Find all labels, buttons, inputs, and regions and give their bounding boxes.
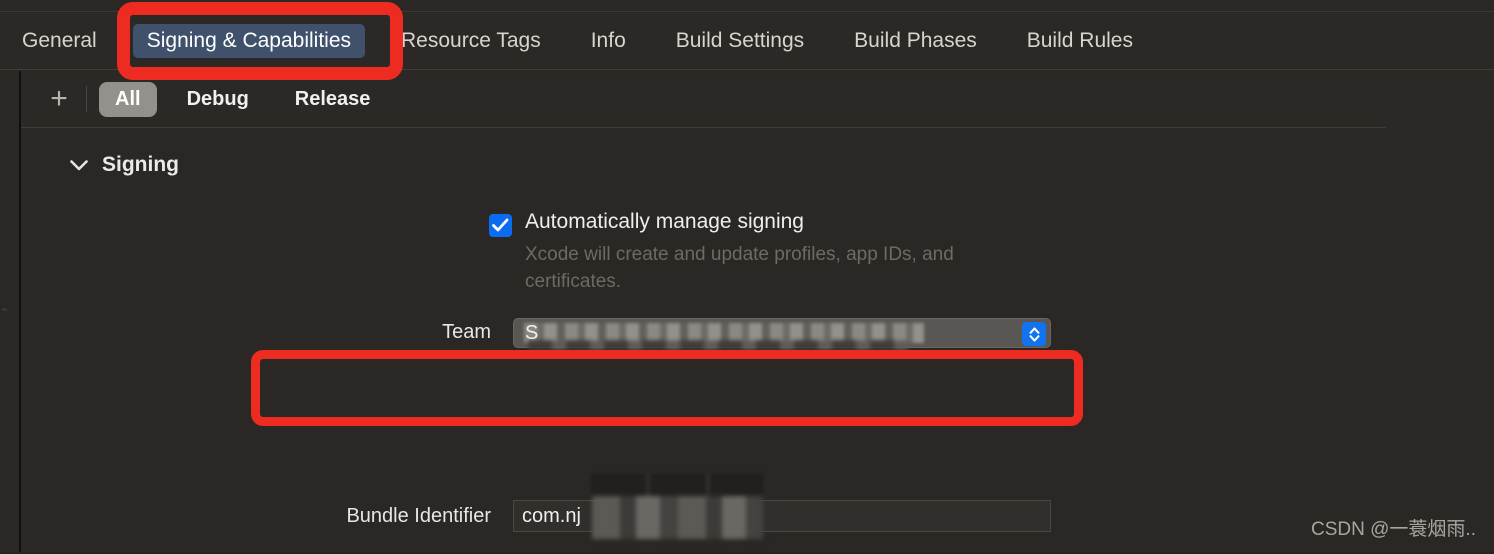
tab-resource-tags[interactable]: Resource Tags — [387, 24, 555, 57]
filter-segment-all[interactable]: All — [99, 81, 157, 117]
automatically-manage-signing-checkbox[interactable] — [489, 214, 512, 237]
filter-segment-release[interactable]: Release — [279, 82, 387, 117]
signing-pane: Signing Automatically manage signing Xco… — [21, 128, 1494, 554]
automatically-manage-signing-label: Automatically manage signing — [525, 210, 804, 233]
team-value: S — [525, 322, 539, 344]
xcode-target-editor: General Signing & Capabilities Resource … — [0, 0, 1494, 554]
bundle-identifier-redaction — [592, 496, 763, 539]
bundle-identifier-label: Bundle Identifier — [346, 505, 491, 527]
tab-info[interactable]: Info — [577, 24, 640, 57]
toolbar-divider — [86, 86, 87, 112]
team-popup-button[interactable]: S — [513, 318, 1051, 351]
tab-build-rules[interactable]: Build Rules — [1013, 24, 1147, 57]
automatically-manage-signing-description: Xcode will create and update profiles, a… — [525, 244, 954, 292]
signing-section-header[interactable]: Signing — [69, 153, 179, 177]
tab-build-settings[interactable]: Build Settings — [662, 24, 818, 57]
target-editor-tabbar: General Signing & Capabilities Resource … — [0, 13, 1494, 70]
tab-signing-capabilities[interactable]: Signing & Capabilities — [132, 24, 366, 58]
automatically-manage-signing-row[interactable]: Automatically manage signing — [489, 210, 804, 237]
editor-left-rail — [0, 71, 19, 554]
team-value-redaction-secondary — [528, 340, 908, 351]
chevron-up-down-icon[interactable] — [1022, 322, 1046, 346]
filter-segment-debug[interactable]: Debug — [171, 82, 265, 117]
rail-marker — [2, 308, 7, 311]
window-top-strip — [0, 0, 1494, 12]
bundle-identifier-value: com.nj — [522, 505, 581, 527]
signing-section-title: Signing — [102, 153, 179, 176]
tab-build-phases[interactable]: Build Phases — [840, 24, 991, 57]
tab-general[interactable]: General — [8, 24, 111, 57]
watermark: CSDN @一蓑烟雨.. — [1311, 519, 1476, 540]
bundle-identifier-input[interactable]: com.nj — [513, 496, 1051, 539]
capabilities-filter-bar: + All Debug Release — [21, 71, 1494, 127]
team-label: Team — [442, 321, 491, 343]
chevron-down-icon[interactable] — [69, 155, 89, 175]
add-capability-button[interactable]: + — [42, 82, 76, 116]
